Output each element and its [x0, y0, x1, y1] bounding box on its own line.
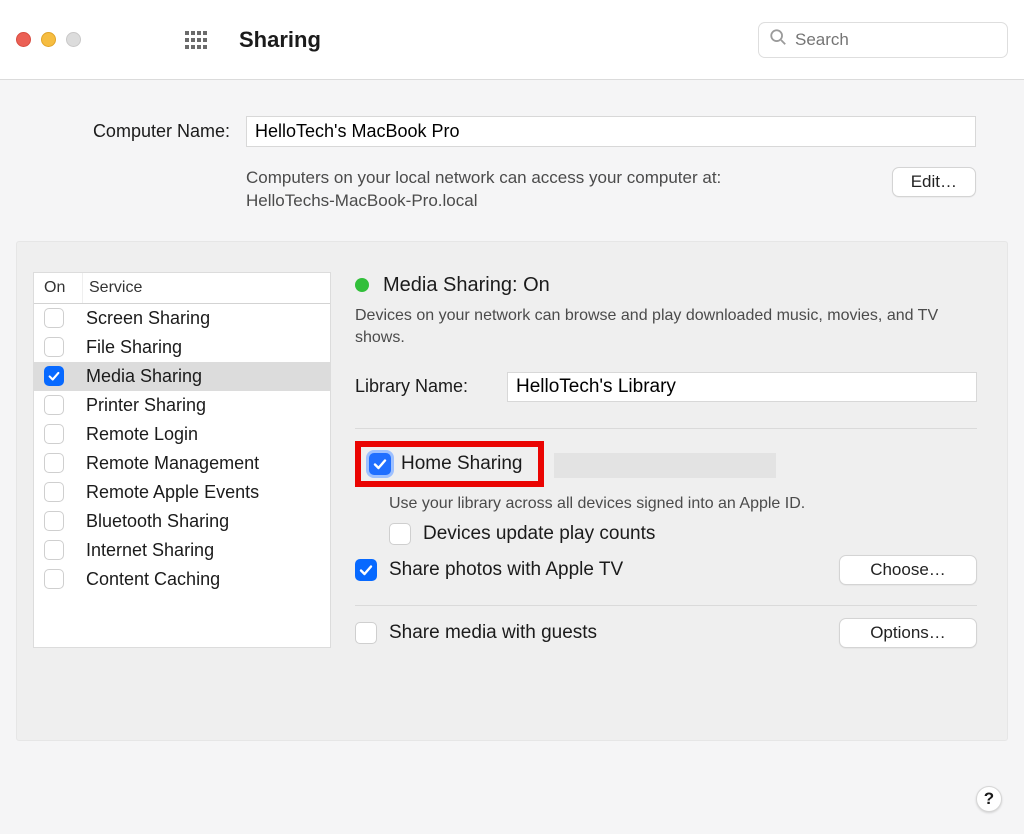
- options-button[interactable]: Options…: [839, 618, 977, 648]
- search-input[interactable]: [795, 30, 997, 50]
- home-sharing-label: Home Sharing: [401, 453, 522, 475]
- service-checkbox[interactable]: [44, 308, 64, 328]
- zoom-window-button[interactable]: [66, 32, 81, 47]
- computer-name-subtext-line2: HelloTechs-MacBook-Pro.local: [246, 191, 477, 210]
- computer-name-subtext: Computers on your local network can acce…: [246, 167, 892, 213]
- choose-button[interactable]: Choose…: [839, 555, 977, 585]
- service-label: Bluetooth Sharing: [86, 511, 229, 532]
- service-checkbox[interactable]: [44, 366, 64, 386]
- service-label: Remote Management: [86, 453, 259, 474]
- services-list: On Service Screen Sharing File Sharing Med…: [33, 272, 331, 648]
- redacted-block: [554, 453, 776, 478]
- window-title: Sharing: [239, 27, 758, 53]
- service-label: Internet Sharing: [86, 540, 214, 561]
- service-row[interactable]: Screen Sharing: [34, 304, 330, 333]
- update-play-counts-label: Devices update play counts: [423, 523, 655, 545]
- service-checkbox[interactable]: [44, 424, 64, 444]
- service-checkbox[interactable]: [44, 482, 64, 502]
- share-guests-checkbox[interactable]: [355, 622, 377, 644]
- share-photos-label: Share photos with Apple TV: [389, 559, 623, 581]
- service-checkbox[interactable]: [44, 511, 64, 531]
- service-row[interactable]: Remote Apple Events: [34, 478, 330, 507]
- service-detail: Media Sharing: On Devices on your networ…: [355, 272, 977, 648]
- share-photos-checkbox[interactable]: [355, 559, 377, 581]
- traffic-lights: [16, 32, 81, 47]
- search-icon: [769, 28, 787, 51]
- service-checkbox[interactable]: [44, 395, 64, 415]
- edit-button[interactable]: Edit…: [892, 167, 976, 197]
- status-title: Media Sharing: On: [383, 274, 550, 297]
- status-row: Media Sharing: On: [355, 274, 977, 297]
- share-guests-label: Share media with guests: [389, 622, 597, 644]
- help-button[interactable]: ?: [976, 786, 1002, 812]
- service-label: File Sharing: [86, 337, 182, 358]
- home-sharing-subtext: Use your library across all devices sign…: [389, 495, 977, 513]
- services-header-on: On: [34, 273, 82, 303]
- service-row[interactable]: Remote Management: [34, 449, 330, 478]
- service-label: Remote Login: [86, 424, 198, 445]
- computer-name-label: Computer Name:: [48, 121, 230, 142]
- service-checkbox[interactable]: [44, 337, 64, 357]
- service-checkbox[interactable]: [44, 453, 64, 473]
- status-description: Devices on your network can browse and p…: [355, 305, 977, 350]
- service-row[interactable]: Bluetooth Sharing: [34, 507, 330, 536]
- computer-name-section: Computer Name: Computers on your local n…: [0, 80, 1024, 241]
- divider: [355, 605, 977, 606]
- service-label: Remote Apple Events: [86, 482, 259, 503]
- show-all-icon[interactable]: [185, 31, 207, 49]
- service-row[interactable]: Media Sharing: [34, 362, 330, 391]
- service-row[interactable]: Printer Sharing: [34, 391, 330, 420]
- computer-name-input[interactable]: [246, 116, 976, 147]
- share-guests-row: Share media with guests Options…: [355, 618, 977, 648]
- library-name-input[interactable]: [507, 372, 977, 402]
- sharing-content: On Service Screen Sharing File Sharing Med…: [16, 241, 1008, 741]
- service-row[interactable]: Content Caching: [34, 565, 330, 594]
- update-play-counts-row: Devices update play counts: [389, 523, 977, 545]
- service-checkbox[interactable]: [44, 569, 64, 589]
- computer-name-subtext-line1: Computers on your local network can acce…: [246, 168, 721, 187]
- service-label: Printer Sharing: [86, 395, 206, 416]
- service-row[interactable]: File Sharing: [34, 333, 330, 362]
- services-header: On Service: [34, 273, 330, 304]
- home-sharing-checkbox[interactable]: [369, 453, 391, 475]
- share-photos-row: Share photos with Apple TV Choose…: [355, 555, 977, 585]
- titlebar: Sharing: [0, 0, 1024, 80]
- service-row[interactable]: Internet Sharing: [34, 536, 330, 565]
- status-indicator-icon: [355, 278, 369, 292]
- service-label: Content Caching: [86, 569, 220, 590]
- search-field[interactable]: [758, 22, 1008, 58]
- service-row[interactable]: Remote Login: [34, 420, 330, 449]
- divider: [355, 428, 977, 429]
- nav-buttons: [105, 30, 145, 50]
- home-sharing-highlight: Home Sharing: [355, 441, 544, 487]
- services-header-service: Service: [82, 273, 330, 303]
- minimize-window-button[interactable]: [41, 32, 56, 47]
- close-window-button[interactable]: [16, 32, 31, 47]
- service-label: Media Sharing: [86, 366, 202, 387]
- library-name-label: Library Name:: [355, 376, 493, 397]
- update-play-counts-checkbox[interactable]: [389, 523, 411, 545]
- service-label: Screen Sharing: [86, 308, 210, 329]
- service-checkbox[interactable]: [44, 540, 64, 560]
